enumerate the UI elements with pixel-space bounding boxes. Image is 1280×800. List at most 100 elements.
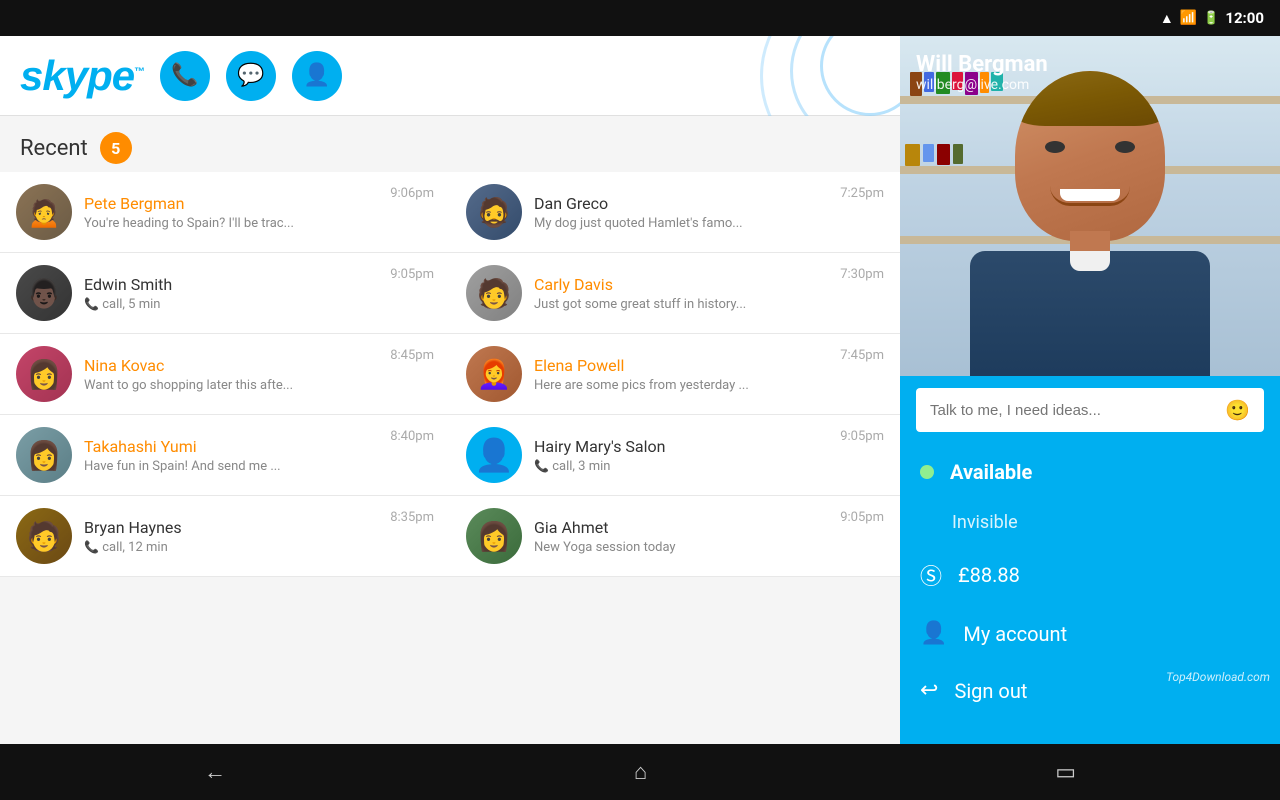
available-label: Available xyxy=(950,460,1032,484)
phone-icon: 📞 xyxy=(171,63,198,88)
credit-item[interactable]: Ⓢ £88.88 xyxy=(900,545,1280,605)
conv-info: Bryan Haynes 📞 call, 12 min xyxy=(84,518,378,555)
conv-info: Elena Powell Here are some pics from yes… xyxy=(534,356,828,393)
call-icon: 📞 xyxy=(84,540,99,554)
available-dot xyxy=(920,465,934,479)
list-item[interactable]: 👩 Nina Kovac Want to go shopping later t… xyxy=(0,334,450,415)
status-input-area: 🙂 xyxy=(900,376,1280,444)
profile-panel: Will Bergman willberg@live.com 🙂 Availab… xyxy=(900,36,1280,744)
call-icon: 📞 xyxy=(84,297,99,311)
message-preview: Just got some great stuff in history... xyxy=(534,297,828,312)
skype-logo: skype™ xyxy=(20,52,144,100)
list-item[interactable]: 👩 Takahashi Yumi Have fun in Spain! And … xyxy=(0,415,450,496)
conv-info: Dan Greco My dog just quoted Hamlet's fa… xyxy=(534,194,828,231)
credit-icon: Ⓢ xyxy=(920,559,942,591)
list-item[interactable]: 👨🏿 Edwin Smith 📞 call, 5 min 9:05pm xyxy=(0,253,450,334)
list-item[interactable]: 👤 Hairy Mary's Salon 📞 call, 3 min 9:05p… xyxy=(450,415,900,496)
contact-name: Pete Bergman xyxy=(84,194,378,213)
chat-icon: 💬 xyxy=(237,63,264,88)
status-input[interactable] xyxy=(930,402,1217,419)
message-preview: My dog just quoted Hamlet's famo... xyxy=(534,216,828,231)
watermark: Top4Download.com xyxy=(1166,670,1270,684)
profile-photo-area: Will Bergman willberg@live.com xyxy=(900,36,1280,376)
contact-name: Edwin Smith xyxy=(84,275,378,294)
profile-name: Will Bergman xyxy=(916,52,1048,77)
back-button[interactable]: ← xyxy=(204,759,226,785)
status-available-item[interactable]: Available xyxy=(900,444,1280,500)
message-preview: You're heading to Spain? I'll be trac... xyxy=(84,216,378,231)
recent-apps-button[interactable]: ▭ xyxy=(1055,760,1076,785)
call-button[interactable]: 📞 xyxy=(160,51,210,101)
contact-name: Gia Ahmet xyxy=(534,518,828,537)
contact-name: Nina Kovac xyxy=(84,356,378,375)
avatar: 👤 xyxy=(466,427,522,483)
profile-info: Will Bergman willberg@live.com xyxy=(916,52,1048,93)
add-contact-button[interactable]: 👤 xyxy=(292,51,342,101)
conv-time: 8:40pm xyxy=(390,429,434,444)
conv-info: Carly Davis Just got some great stuff in… xyxy=(534,275,828,312)
battery-icon: 🔋 xyxy=(1203,11,1219,26)
list-item[interactable]: 🧑 Bryan Haynes 📞 call, 12 min 8:35pm xyxy=(0,496,450,577)
profile-email: willberg@live.com xyxy=(916,77,1048,93)
status-invisible-item[interactable]: Invisible xyxy=(900,500,1280,545)
credit-amount: £88.88 xyxy=(958,563,1020,587)
status-icons: ▲ 📶 🔋 12:00 xyxy=(1160,9,1264,27)
profile-photo xyxy=(940,56,1240,376)
recent-label: Recent xyxy=(20,136,88,161)
message-preview: Have fun in Spain! And send me ... xyxy=(84,459,378,474)
conv-info: Takahashi Yumi Have fun in Spain! And se… xyxy=(84,437,378,474)
chat-button[interactable]: 💬 xyxy=(226,51,276,101)
conv-time: 8:45pm xyxy=(390,348,434,363)
avatar: 👩 xyxy=(16,346,72,402)
avatar: 🧔 xyxy=(466,184,522,240)
message-preview: 📞 call, 5 min xyxy=(84,297,378,312)
emoji-icon[interactable]: 🙂 xyxy=(1225,398,1250,422)
list-item[interactable]: 🙍 Pete Bergman You're heading to Spain? … xyxy=(0,172,450,253)
recent-badge: 5 xyxy=(100,132,132,164)
recent-section: Recent 5 xyxy=(0,116,900,172)
my-account-label: My account xyxy=(963,622,1067,646)
list-item[interactable]: 🧑 Carly Davis Just got some great stuff … xyxy=(450,253,900,334)
avatar: 🧑 xyxy=(16,508,72,564)
signal-icon: 📶 xyxy=(1180,10,1197,26)
invisible-label: Invisible xyxy=(952,512,1018,533)
my-account-item[interactable]: 👤 My account xyxy=(900,605,1280,662)
sign-out-label: Sign out xyxy=(954,679,1027,703)
list-item[interactable]: 🧔 Dan Greco My dog just quoted Hamlet's … xyxy=(450,172,900,253)
call-icon: 📞 xyxy=(534,459,549,473)
avatar: 👩 xyxy=(466,508,522,564)
status-bar: ▲ 📶 🔋 12:00 xyxy=(0,0,1280,36)
message-preview: New Yoga session today xyxy=(534,540,828,555)
navigation-bar: ← ⌂ ▭ xyxy=(0,744,1280,800)
contact-name: Bryan Haynes xyxy=(84,518,378,537)
home-icon: ⌂ xyxy=(634,760,647,785)
contact-name: Carly Davis xyxy=(534,275,828,294)
home-button[interactable]: ⌂ xyxy=(634,759,647,785)
avatar: 👨🏿 xyxy=(16,265,72,321)
list-item[interactable]: 👩 Gia Ahmet New Yoga session today 9:05p… xyxy=(450,496,900,577)
conversations-list: 🙍 Pete Bergman You're heading to Spain? … xyxy=(0,172,900,577)
avatar: 👩‍🦰 xyxy=(466,346,522,402)
contact-name: Dan Greco xyxy=(534,194,828,213)
conv-info: Pete Bergman You're heading to Spain? I'… xyxy=(84,194,378,231)
avatar: 🧑 xyxy=(466,265,522,321)
conv-time: 9:05pm xyxy=(840,429,884,444)
main-content: skype™ 📞 💬 👤 Recent 5 🙍 Pete Be xyxy=(0,36,900,744)
back-icon: ← xyxy=(204,760,226,785)
conv-time: 7:30pm xyxy=(840,267,884,282)
add-person-icon: 👤 xyxy=(303,63,330,88)
conv-info: Gia Ahmet New Yoga session today xyxy=(534,518,828,555)
contact-name: Takahashi Yumi xyxy=(84,437,378,456)
clock: 12:00 xyxy=(1225,9,1264,27)
list-item[interactable]: 👩‍🦰 Elena Powell Here are some pics from… xyxy=(450,334,900,415)
conv-time: 7:25pm xyxy=(840,186,884,201)
sign-out-icon: ↩ xyxy=(920,678,938,703)
conv-time: 9:06pm xyxy=(390,186,434,201)
status-input-wrapper[interactable]: 🙂 xyxy=(916,388,1264,432)
conv-time: 8:35pm xyxy=(390,510,434,525)
app-header: skype™ 📞 💬 👤 xyxy=(0,36,900,116)
message-preview: Here are some pics from yesterday ... xyxy=(534,378,828,393)
avatar: 👩 xyxy=(16,427,72,483)
message-preview: 📞 call, 3 min xyxy=(534,459,828,474)
conv-time: 9:05pm xyxy=(390,267,434,282)
